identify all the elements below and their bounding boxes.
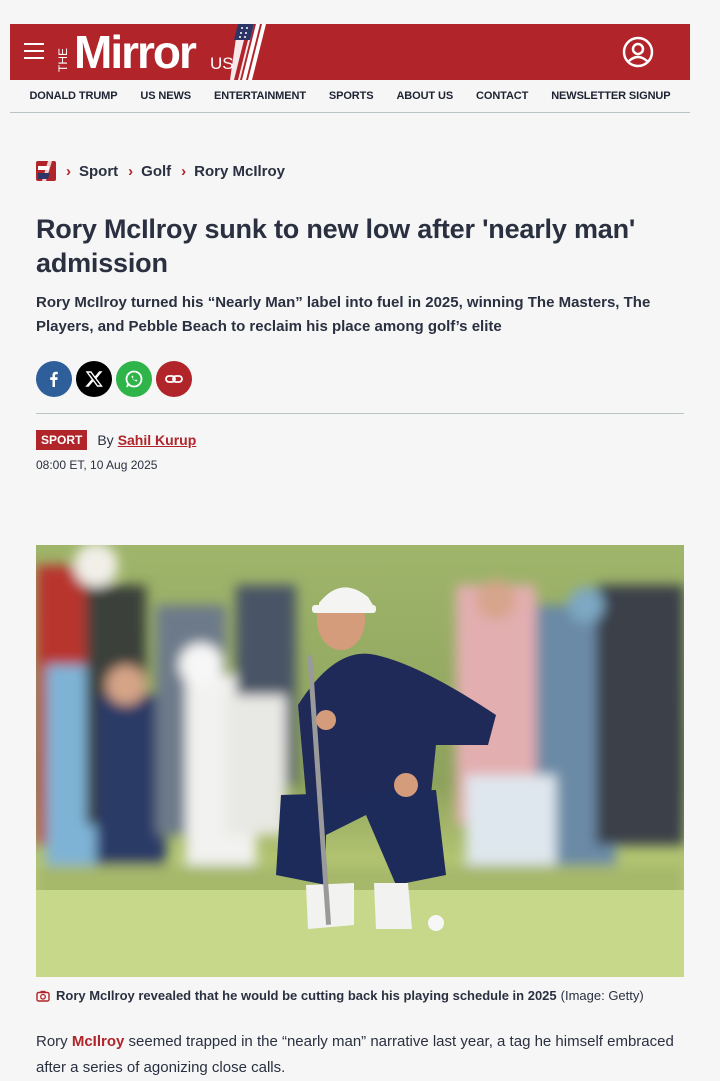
site-logo[interactable]: THE Mirror US	[54, 24, 266, 80]
home-logo-icon[interactable]	[36, 161, 56, 181]
svg-text:THE: THE	[56, 48, 70, 72]
nav-item-about-us[interactable]: ABOUT US	[396, 90, 453, 102]
body-text-rest: seemed trapped in the “nearly man” narra…	[36, 1033, 674, 1076]
nav-item-newsletter-signup[interactable]: NEWSLETTER SIGNUP	[551, 90, 670, 102]
breadcrumb: › Sport › Golf › Rory McIlroy	[36, 161, 285, 181]
nav-item-donald-trump[interactable]: DONALD TRUMP	[29, 90, 117, 102]
article-standfirst: Rory McIlroy turned his “Nearly Man” lab…	[36, 294, 651, 335]
breadcrumb-golf[interactable]: Golf	[141, 163, 171, 180]
chevron-right-icon: ›	[66, 162, 71, 180]
breadcrumb-current[interactable]: Rory McIlroy	[194, 163, 285, 180]
whatsapp-icon[interactable]	[116, 361, 152, 397]
body-text-prefix: Rory	[36, 1033, 72, 1050]
by-label: By	[97, 432, 114, 448]
byline: SPORT By Sahil Kurup	[36, 430, 196, 450]
top-nav: DONALD TRUMP US NEWS ENTERTAINMENT SPORT…	[10, 80, 690, 113]
nav-item-sports[interactable]: SPORTS	[329, 90, 374, 102]
author-link[interactable]: Sahil Kurup	[118, 432, 197, 448]
nav-item-entertainment[interactable]: ENTERTAINMENT	[214, 90, 306, 102]
link-icon[interactable]	[156, 361, 192, 397]
logo-the: THE	[56, 48, 70, 72]
masthead: THE Mirror US	[10, 24, 690, 80]
x-icon[interactable]	[76, 361, 112, 397]
image-caption: Rory McIlroy revealed that he would be c…	[36, 988, 644, 1003]
article-headline: Rory McIlroy sunk to new low after 'near…	[36, 214, 636, 278]
nav-item-us-news[interactable]: US NEWS	[140, 90, 191, 102]
article-body-paragraph: Rory McIlroy seemed trapped in the “near…	[36, 1029, 676, 1081]
flag-stripes-icon	[230, 24, 266, 80]
camera-icon	[36, 990, 50, 1002]
facebook-icon[interactable]	[36, 361, 72, 397]
publish-date: 08:00 ET, 10 Aug 2025	[36, 458, 158, 472]
section-tag[interactable]: SPORT	[36, 430, 88, 450]
body-link-mcilroy[interactable]: McIlroy	[72, 1033, 125, 1050]
share-bar	[36, 361, 196, 397]
article-image	[36, 545, 684, 977]
divider	[36, 413, 684, 414]
account-icon[interactable]	[622, 36, 654, 68]
menu-icon[interactable]	[24, 43, 44, 59]
logo-mirror: Mirror	[74, 26, 197, 78]
caption-text: Rory McIlroy revealed that he would be c…	[56, 988, 557, 1003]
chevron-right-icon: ›	[181, 162, 187, 180]
nav-item-contact[interactable]: CONTACT	[476, 90, 528, 102]
breadcrumb-sport[interactable]: Sport	[79, 163, 118, 180]
image-credit: (Image: Getty)	[560, 988, 644, 1003]
chevron-right-icon: ›	[128, 162, 134, 180]
